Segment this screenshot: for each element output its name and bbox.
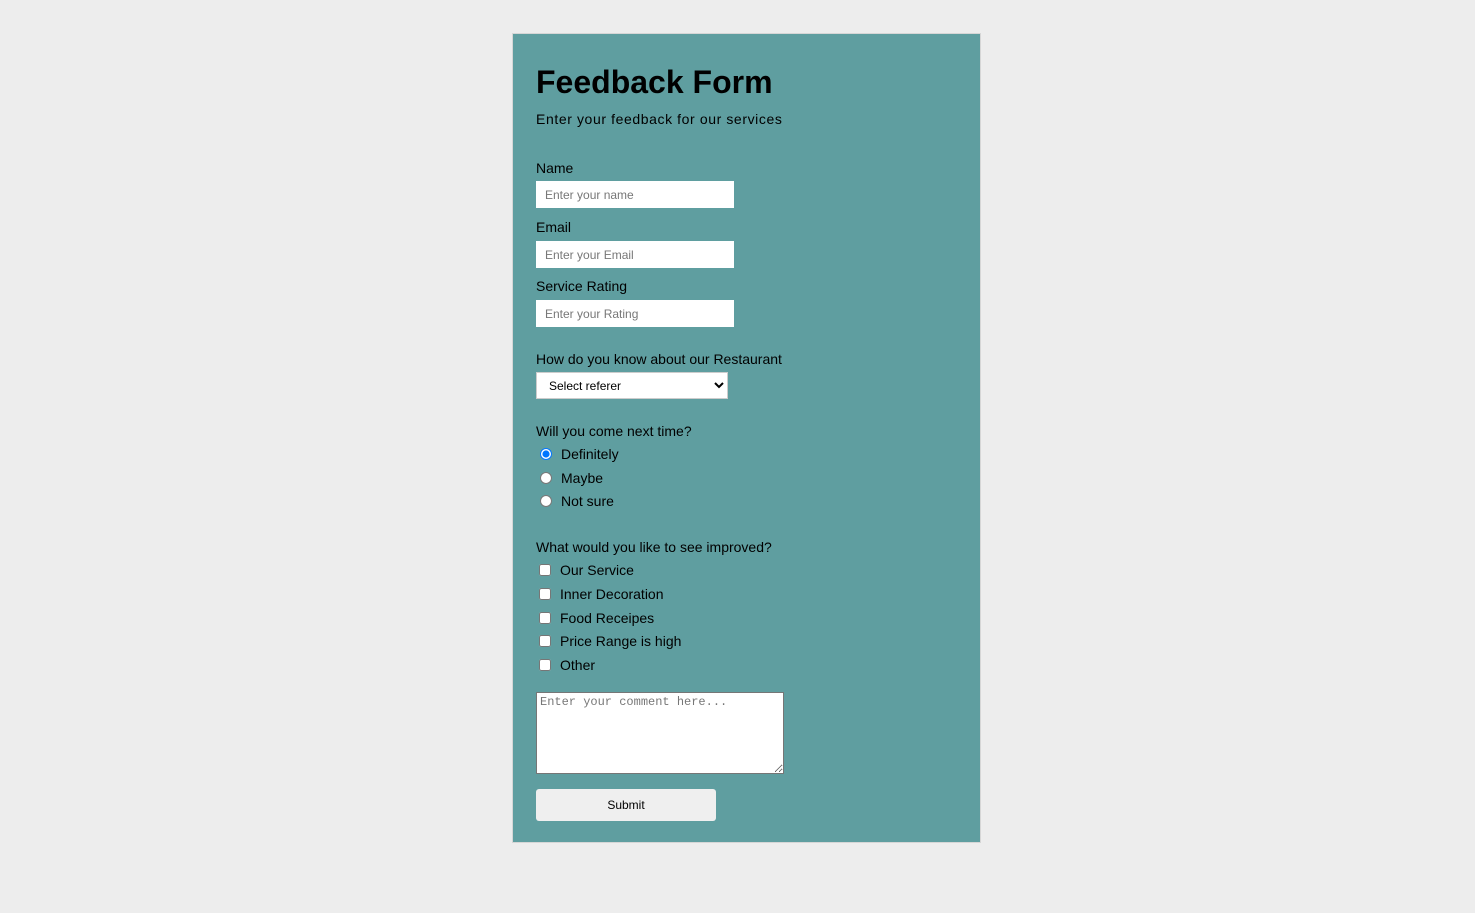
return-visit-option[interactable]: Definitely (536, 444, 619, 464)
rating-label: Service Rating (536, 278, 628, 294)
comment-textarea[interactable] (536, 692, 784, 774)
improve-option-label: Food Receipes (560, 610, 655, 626)
improve-checkbox[interactable] (539, 564, 551, 576)
improve-checkbox[interactable] (539, 635, 551, 647)
email-input[interactable] (536, 241, 734, 268)
improve-option-label: Price Range is high (560, 633, 682, 649)
improve-option[interactable]: Our Service (536, 560, 634, 580)
referer-select[interactable]: Select referer (536, 372, 728, 399)
improve-option[interactable]: Price Range is high (536, 631, 681, 651)
return-visit-option-label: Maybe (561, 470, 604, 486)
return-visit-option[interactable]: Maybe (536, 468, 603, 488)
return-visit-radio[interactable] (540, 495, 552, 507)
rating-input[interactable] (536, 300, 734, 327)
name-input[interactable] (536, 181, 734, 208)
improve-option-label: Our Service (560, 562, 634, 578)
improve-option[interactable]: Food Receipes (536, 608, 654, 628)
form-subtitle: Enter your feedback for our services (536, 111, 783, 127)
form-title: Feedback Form (536, 64, 773, 100)
improve-label: What would you like to see improved? (536, 539, 772, 555)
name-label: Name (536, 160, 574, 176)
return-visit-option[interactable]: Not sure (536, 491, 614, 511)
improve-option[interactable]: Inner Decoration (536, 584, 664, 604)
return-visit-radio[interactable] (540, 448, 552, 460)
return-visit-option-label: Not sure (561, 493, 614, 509)
return-visit-radio[interactable] (540, 472, 552, 484)
return-visit-label: Will you come next time? (536, 423, 692, 439)
referer-label: How do you know about our Restaurant (536, 351, 782, 367)
improve-checkbox[interactable] (539, 612, 551, 624)
email-label: Email (536, 219, 572, 235)
improve-option-label: Other (560, 657, 596, 673)
improve-checkbox[interactable] (539, 659, 551, 671)
improve-checkbox[interactable] (539, 588, 551, 600)
return-visit-option-label: Definitely (561, 446, 619, 462)
feedback-form-card: Feedback Form Enter your feedback for ou… (512, 33, 981, 843)
submit-button[interactable]: Submit (536, 789, 716, 821)
improve-option[interactable]: Other (536, 655, 595, 675)
improve-option-label: Inner Decoration (560, 586, 664, 602)
